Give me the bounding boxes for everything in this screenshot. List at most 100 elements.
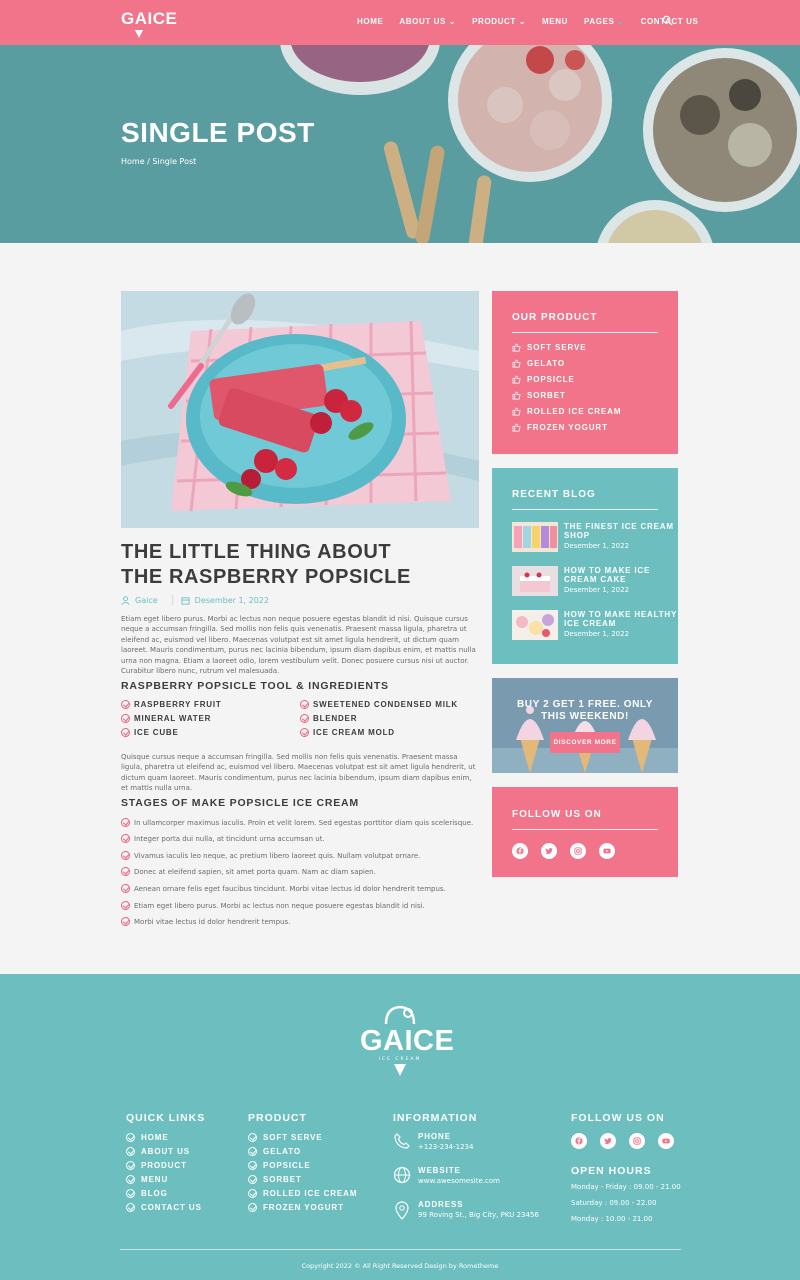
site-header: GAICE HOME ABOUT US ⌄ PRODUCT ⌄ MENU PAG… bbox=[0, 0, 800, 45]
blog-item[interactable]: THE FINEST ICE CREAM SHOP Desember 1, 202… bbox=[512, 522, 678, 552]
brand-logo[interactable]: GAICE bbox=[121, 9, 177, 38]
blog-thumbnail bbox=[512, 610, 558, 640]
blog-date: Desember 1, 2022 bbox=[564, 630, 630, 638]
facebook-icon[interactable] bbox=[571, 1132, 587, 1149]
check-circle-icon bbox=[121, 884, 130, 893]
stage-item: Aenean ornare felis eget faucibus tincid… bbox=[121, 884, 446, 893]
check-circle-icon bbox=[300, 728, 309, 737]
check-circle-icon bbox=[121, 818, 130, 827]
instagram-icon[interactable] bbox=[570, 842, 587, 859]
youtube-icon[interactable] bbox=[599, 842, 616, 859]
check-circle-icon bbox=[121, 700, 130, 709]
blog-item[interactable]: HOW TO MAKE ICE CREAM CAKE Desember 1, 20… bbox=[512, 566, 678, 596]
search-icon[interactable] bbox=[662, 15, 673, 26]
check-circle-icon bbox=[300, 714, 309, 723]
globe-icon bbox=[393, 1166, 411, 1184]
main-nav: HOME ABOUT US ⌄ PRODUCT ⌄ MENU PAGES ⌄ C… bbox=[357, 17, 714, 26]
site-footer: GAICE ICE CREAM QUICK LINKS HOME ABOUT U… bbox=[0, 974, 800, 1280]
widget-divider bbox=[512, 829, 658, 830]
footer-heading: QUICK LINKS bbox=[126, 1112, 206, 1124]
phone-value[interactable]: +123-234-1234 bbox=[418, 1143, 473, 1151]
nav-pages[interactable]: PAGES ⌄ bbox=[584, 17, 625, 26]
footer-link-blog[interactable]: BLOG bbox=[126, 1186, 205, 1200]
footer-link-contact[interactable]: CONTACT US bbox=[126, 1200, 205, 1214]
footer-link-rolled[interactable]: ROLLED ICE CREAM bbox=[248, 1186, 357, 1200]
youtube-icon[interactable] bbox=[658, 1132, 675, 1149]
thumbs-up-icon bbox=[512, 423, 521, 432]
check-circle-icon bbox=[121, 901, 130, 910]
product-link-sorbet[interactable]: SORBET bbox=[512, 391, 566, 400]
blog-title[interactable]: HOW TO MAKE HEALTHY ICE CREAM bbox=[564, 610, 678, 628]
twitter-icon[interactable] bbox=[600, 1132, 617, 1149]
footer-open-hours: OPEN HOURS Monday - Friday : 09.00 - 21.… bbox=[571, 1165, 681, 1231]
user-icon bbox=[121, 595, 130, 605]
post-date: Desember 1, 2022 bbox=[181, 596, 269, 605]
product-link-frozen-yogurt[interactable]: FROZEN YOGURT bbox=[512, 423, 608, 432]
widget-title: RECENT BLOG bbox=[512, 489, 596, 500]
discover-more-button[interactable]: DISCOVER MORE bbox=[550, 732, 620, 753]
footer-heading: FOLLOW US ON bbox=[571, 1112, 665, 1124]
social-links bbox=[512, 840, 623, 859]
footer-link-sorbet[interactable]: SORBET bbox=[248, 1172, 357, 1186]
footer-heading: PRODUCT bbox=[248, 1112, 307, 1124]
footer-link-popsicle[interactable]: POPSICLE bbox=[248, 1158, 357, 1172]
hours-row: Monday - Friday : 09.00 - 21.00 bbox=[571, 1183, 681, 1191]
ingredient-item: BLENDER bbox=[300, 714, 357, 723]
check-circle-icon bbox=[121, 867, 130, 876]
instagram-icon[interactable] bbox=[629, 1132, 646, 1149]
blog-title[interactable]: HOW TO MAKE ICE CREAM CAKE bbox=[564, 566, 678, 584]
footer-logo[interactable]: GAICE ICE CREAM bbox=[360, 1005, 454, 1076]
widget-divider bbox=[512, 332, 658, 333]
stage-item: Donec at eleifend sapien, sit amet porta… bbox=[121, 867, 376, 876]
check-circle-icon bbox=[121, 851, 130, 860]
nav-menu[interactable]: MENU bbox=[542, 17, 568, 26]
footer-link-product[interactable]: PRODUCT bbox=[126, 1158, 205, 1172]
post-author[interactable]: Gaice bbox=[121, 596, 158, 605]
check-circle-icon bbox=[121, 714, 130, 723]
blog-item[interactable]: HOW TO MAKE HEALTHY ICE CREAM Desember 1,… bbox=[512, 610, 678, 640]
product-link-popsicle[interactable]: POPSICLE bbox=[512, 375, 575, 384]
facebook-icon[interactable] bbox=[512, 842, 528, 859]
footer-heading: INFORMATION bbox=[393, 1112, 478, 1124]
post-title: THE LITTLE THING ABOUT THE RASPBERRY POP… bbox=[121, 541, 411, 588]
footer-divider bbox=[120, 1249, 681, 1250]
website-value[interactable]: www.awesomesite.com bbox=[418, 1177, 500, 1185]
product-link-gelato[interactable]: GELATO bbox=[512, 359, 565, 368]
nav-about[interactable]: ABOUT US ⌄ bbox=[399, 17, 456, 26]
check-circle-icon bbox=[121, 728, 130, 737]
phone-icon bbox=[394, 1133, 410, 1149]
footer-link-home[interactable]: HOME bbox=[126, 1130, 205, 1144]
stage-item: Morbi vitae lectus id dolor hendrerit te… bbox=[121, 917, 290, 926]
stages-heading: STAGES OF MAKE POPSICLE ICE CREAM bbox=[121, 797, 359, 809]
stage-item: Etiam eget libero purus. Morbi ac lectus… bbox=[121, 901, 425, 910]
footer-information: INFORMATION bbox=[393, 1112, 477, 1130]
footer-website: WEBSITE www.awesomesite.com bbox=[393, 1166, 500, 1185]
footer-link-menu[interactable]: MENU bbox=[126, 1172, 205, 1186]
post-intro: Etiam eget libero purus. Morbi ac lectus… bbox=[121, 615, 476, 676]
address-value: 99 Roving St., Big City, PKU 23456 bbox=[418, 1211, 539, 1219]
product-link-soft-serve[interactable]: SOFT SERVE bbox=[512, 343, 587, 352]
page-title: SINGLE POST bbox=[121, 117, 315, 148]
hero-banner: SINGLE POST Home / Single Post bbox=[0, 45, 800, 243]
footer-link-about[interactable]: ABOUT US bbox=[126, 1144, 205, 1158]
footer-link-gelato[interactable]: GELATO bbox=[248, 1144, 357, 1158]
widget-title: FOLLOW US ON bbox=[512, 809, 602, 820]
nav-product[interactable]: PRODUCT ⌄ bbox=[472, 17, 526, 26]
footer-link-soft-serve[interactable]: SOFT SERVE bbox=[248, 1130, 357, 1144]
twitter-icon[interactable] bbox=[541, 842, 558, 859]
footer-product-links: PRODUCT SOFT SERVE GELATO POPSICLE SORBE… bbox=[248, 1112, 357, 1214]
footer-link-frozen-yogurt[interactable]: FROZEN YOGURT bbox=[248, 1200, 357, 1214]
recent-blog-widget: RECENT BLOG THE FINEST ICE CREAM SHOP Des… bbox=[492, 468, 678, 664]
footer-phone: PHONE +123-234-1234 bbox=[393, 1132, 473, 1151]
product-link-rolled[interactable]: ROLLED ICE CREAM bbox=[512, 407, 621, 416]
blog-date: Desember 1, 2022 bbox=[564, 586, 630, 594]
blog-thumbnail bbox=[512, 522, 558, 552]
nav-home[interactable]: HOME bbox=[357, 17, 383, 26]
hero-background-image bbox=[0, 45, 800, 243]
blog-title[interactable]: THE FINEST ICE CREAM SHOP bbox=[564, 522, 678, 540]
follow-us-widget: FOLLOW US ON bbox=[492, 787, 678, 877]
thumbs-up-icon bbox=[512, 407, 521, 416]
stage-item: Integer porta dui nulla, at tincidunt ur… bbox=[121, 834, 325, 843]
thumbs-up-icon bbox=[512, 391, 521, 400]
check-circle-icon bbox=[121, 917, 130, 926]
